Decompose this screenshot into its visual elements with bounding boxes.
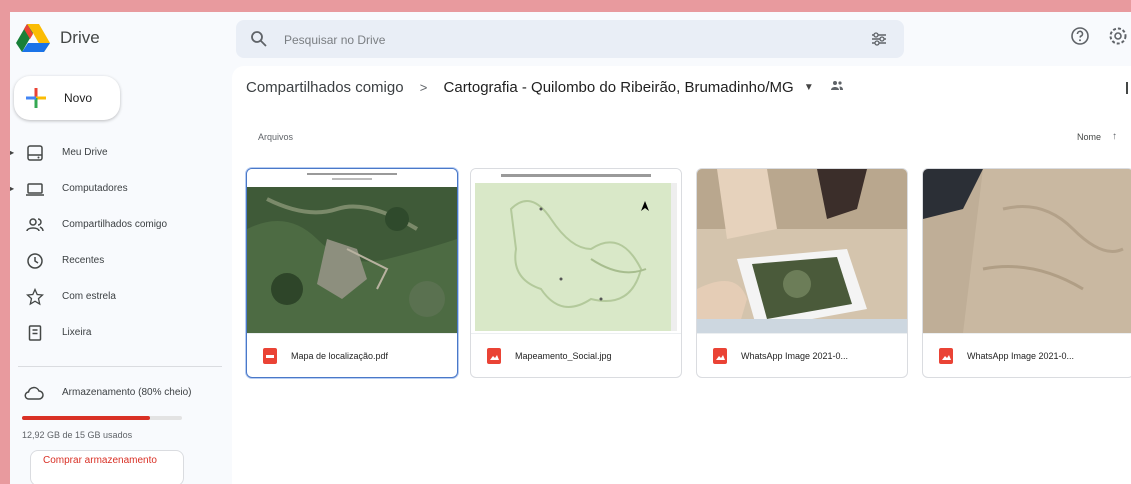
my-drive-icon xyxy=(27,145,43,161)
storage-progress-bar xyxy=(22,416,182,420)
breadcrumb-current-folder[interactable]: Cartografia - Quilombo do Ribeirão, Brum… xyxy=(444,79,794,96)
storage-usage-text: 12,92 GB de 15 GB usados xyxy=(22,430,133,440)
file-card-footer: WhatsApp Image 2021-0... xyxy=(697,333,907,377)
new-button[interactable]: Novo xyxy=(14,76,120,120)
storage-progress-fill xyxy=(22,416,150,420)
sidebar-item-storage[interactable]: Armazenamento (80% cheio) xyxy=(10,376,232,410)
shared-with-me-icon xyxy=(26,218,44,232)
drive-window: Drive Pesquisar no Drive Novo ▶ Meu Driv… xyxy=(10,12,1131,484)
settings-gear-icon[interactable] xyxy=(1108,26,1128,46)
sidebar-item-trash[interactable]: Lixeira xyxy=(10,316,232,350)
pdf-icon xyxy=(263,348,277,364)
file-card[interactable]: WhatsApp Image 2021-0... xyxy=(696,168,908,378)
expand-caret-icon[interactable]: ▶ xyxy=(10,184,14,193)
plus-icon xyxy=(26,88,46,108)
search-input[interactable] xyxy=(282,29,846,51)
file-thumbnail xyxy=(247,169,457,333)
folder-menu-chevron-icon[interactable]: ▼ xyxy=(804,82,814,93)
sidebar-item-label: Meu Drive xyxy=(62,147,108,158)
breadcrumb: Compartilhados comigo > Cartografia - Qu… xyxy=(246,78,844,102)
file-card-footer: WhatsApp Image 2021-0... xyxy=(923,333,1131,377)
trash-icon xyxy=(28,325,42,341)
buy-storage-button[interactable]: Comprar armazenamento xyxy=(30,450,184,484)
more-options-icon[interactable] xyxy=(1125,82,1129,94)
file-name: WhatsApp Image 2021-0... xyxy=(967,351,1075,361)
breadcrumb-parent[interactable]: Compartilhados comigo xyxy=(246,79,404,96)
sidebar-item-label: Com estrela xyxy=(62,291,116,302)
file-card[interactable]: Mapa de localização.pdf xyxy=(246,168,458,378)
main-content: Compartilhados comigo > Cartografia - Qu… xyxy=(232,66,1131,484)
cloud-icon xyxy=(24,386,44,400)
file-card-footer: Mapa de localização.pdf xyxy=(247,333,457,377)
file-name: WhatsApp Image 2021-0... xyxy=(741,351,849,361)
search-icon[interactable] xyxy=(250,30,268,48)
sidebar-item-starred[interactable]: Com estrela xyxy=(10,280,232,314)
star-icon xyxy=(26,288,44,306)
sidebar-divider xyxy=(18,366,222,367)
sidebar-item-label: Computadores xyxy=(62,183,128,194)
new-button-label: Novo xyxy=(64,91,93,105)
file-card-footer: Mapeamento_Social.jpg xyxy=(471,333,681,377)
file-name: Mapeamento_Social.jpg xyxy=(515,351,612,361)
clock-icon xyxy=(27,253,43,269)
app-name[interactable]: Drive xyxy=(60,28,100,48)
sidebar-item-computers[interactable]: ▶ Computadores xyxy=(10,172,232,206)
computer-icon xyxy=(26,183,44,196)
file-card[interactable]: WhatsApp Image 2021-0... xyxy=(922,168,1131,378)
image-icon xyxy=(713,348,727,364)
sort-by-name-button[interactable]: Nome xyxy=(1077,132,1101,142)
file-thumbnail xyxy=(697,169,907,333)
image-icon xyxy=(487,348,501,364)
sort-direction-arrow-icon[interactable]: ↑ xyxy=(1112,131,1117,142)
sidebar-item-label: Recentes xyxy=(62,255,105,266)
sidebar: Novo ▶ Meu Drive ▶ Computadores Comparti… xyxy=(10,66,232,484)
sidebar-item-recent[interactable]: Recentes xyxy=(10,244,232,278)
search-bar[interactable] xyxy=(236,20,904,58)
file-thumbnail xyxy=(923,169,1131,333)
sidebar-item-my-drive[interactable]: ▶ Meu Drive xyxy=(10,136,232,170)
breadcrumb-separator: > xyxy=(419,79,428,95)
sidebar-item-label: Lixeira xyxy=(62,327,92,338)
help-icon[interactable] xyxy=(1070,26,1090,46)
file-thumbnail xyxy=(471,169,681,333)
image-icon xyxy=(939,348,953,364)
file-name: Mapa de localização.pdf xyxy=(291,351,389,361)
shared-folder-people-icon xyxy=(830,81,843,90)
storage-label: Armazenamento (80% cheio) xyxy=(62,387,192,398)
section-label-files: Arquivos xyxy=(258,132,294,142)
top-bar: Drive xyxy=(10,12,1131,66)
sidebar-item-shared-with-me[interactable]: Compartilhados comigo xyxy=(10,208,232,242)
file-card[interactable]: Mapeamento_Social.jpg xyxy=(470,168,682,378)
drive-logo-icon[interactable] xyxy=(16,24,50,52)
search-options-icon[interactable] xyxy=(870,30,888,48)
expand-caret-icon[interactable]: ▶ xyxy=(10,148,14,157)
sidebar-item-label: Compartilhados comigo xyxy=(62,219,168,230)
